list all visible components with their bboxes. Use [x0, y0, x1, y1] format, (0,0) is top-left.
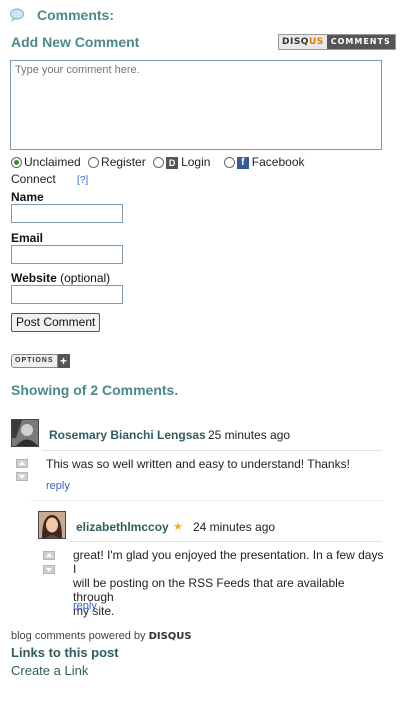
comment-author[interactable]: Rosemary Bianchi Lengsas [49, 428, 206, 442]
name-field[interactable] [11, 204, 123, 223]
add-new-comment-heading: Add New Comment [11, 34, 140, 50]
identity-options: Unclaimed Register D Login f Facebook Co… [11, 155, 391, 188]
comment-timestamp: 24 minutes ago [193, 520, 276, 534]
facebook-icon: f [236, 156, 249, 169]
comment-divider [42, 450, 382, 451]
comment-textarea[interactable] [10, 60, 382, 150]
avatar-image [12, 420, 38, 446]
links-to-this-post-heading: Links to this post [11, 645, 119, 660]
thread-divider [30, 500, 382, 501]
reply-link[interactable]: reply [46, 480, 70, 492]
vote-up-button[interactable] [16, 459, 28, 468]
comment-text-line: will be posting on the RSS Feeds that ar… [73, 576, 345, 604]
radio-unclaimed-label: Unclaimed [24, 155, 81, 169]
radio-register-label: Register [101, 155, 146, 169]
reply-link[interactable]: reply [73, 600, 97, 612]
disqus-logo-part-a: DISQ [282, 37, 309, 47]
avatar-image [39, 512, 65, 538]
disqus-logo: DISQUS [279, 35, 327, 49]
avatar[interactable] [38, 511, 66, 539]
speech-bubble-icon [10, 8, 24, 22]
radio-facebook[interactable]: f Facebook [223, 155, 305, 170]
comments-heading: Comments: [37, 7, 115, 23]
email-label: Email [11, 231, 44, 245]
badge-comments-label: COMMENTS [326, 35, 395, 49]
radio-login-label: Login [181, 155, 211, 169]
email-field[interactable] [11, 245, 123, 264]
comment-text: This was so well written and easy to und… [46, 457, 350, 471]
star-icon: ★ [173, 521, 183, 533]
website-field[interactable] [11, 285, 123, 304]
disqus-comments-badge[interactable]: DISQUS COMMENTS [278, 34, 396, 50]
comment-text: great! I'm glad you enjoyed the presenta… [73, 548, 385, 618]
disqus-d-icon: D [166, 156, 179, 169]
radio-button-checked[interactable] [11, 157, 22, 168]
help-link[interactable]: [?] [77, 175, 88, 186]
options-label: OPTIONS [11, 354, 58, 368]
post-comment-button[interactable]: Post Comment [11, 313, 101, 332]
radio-login[interactable]: D Login [153, 155, 210, 170]
website-label: Website (optional) [11, 271, 110, 285]
website-label-text: Website [11, 271, 57, 285]
radio-facebook-label: Facebook [251, 155, 305, 169]
comment-text-line: great! I'm glad you enjoyed the presenta… [73, 548, 384, 576]
radio-button[interactable] [223, 157, 235, 168]
comment-timestamp: 25 minutes ago [208, 428, 291, 442]
avatar[interactable] [11, 419, 39, 447]
radio-button[interactable] [153, 157, 165, 168]
comment-count-heading: Showing of 2 Comments. [11, 382, 179, 398]
options-button[interactable]: OPTIONS + [11, 354, 70, 368]
website-optional-note: (optional) [60, 271, 111, 285]
comment-divider [70, 541, 382, 542]
radio-register[interactable]: Register [88, 155, 146, 170]
disqus-footer-logo[interactable]: DISQUS [149, 631, 192, 642]
disqus-logo-part-b: US [308, 37, 324, 47]
radio-button[interactable] [88, 157, 100, 168]
vote-up-button[interactable] [43, 551, 55, 560]
comment-text-line: my site. [73, 604, 115, 618]
vote-down-button[interactable] [43, 565, 55, 574]
powered-by-note: blog comments powered by DISQUS [11, 630, 192, 642]
radio-unclaimed[interactable]: Unclaimed [11, 155, 81, 170]
facebook-connect-label: Connect [11, 172, 56, 186]
name-label: Name [11, 190, 44, 204]
plus-icon: + [57, 354, 70, 368]
vote-down-button[interactable] [16, 472, 28, 481]
powered-by-text: blog comments powered by [11, 630, 146, 642]
create-link[interactable]: Create a Link [11, 663, 88, 678]
comment-author[interactable]: elizabethlmccoy [76, 520, 169, 534]
